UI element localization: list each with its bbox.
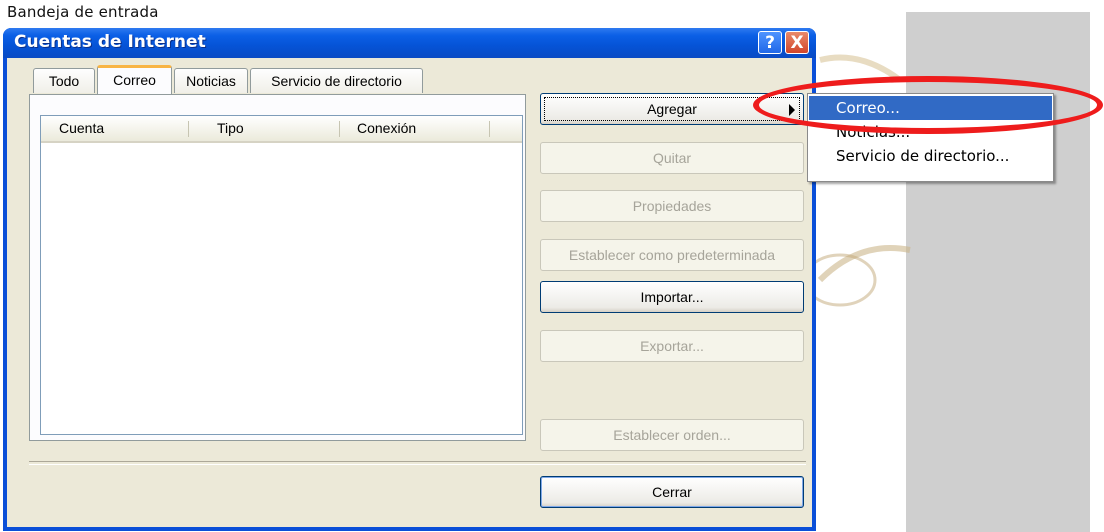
cerrar-button[interactable]: Cerrar <box>540 476 804 508</box>
establecer-predeterminada-button[interactable]: Establecer como predeterminada <box>540 239 804 271</box>
tab-todo[interactable]: Todo <box>33 68 95 93</box>
tab-correo[interactable]: Correo <box>97 65 172 94</box>
dialog-separator <box>29 461 806 465</box>
accounts-list-header: Cuenta Tipo Conexión <box>41 116 522 143</box>
column-divider[interactable] <box>339 121 340 137</box>
quitar-button[interactable]: Quitar <box>540 142 804 174</box>
importar-button[interactable]: Importar... <box>540 281 804 313</box>
column-header-cuenta[interactable]: Cuenta <box>59 120 104 136</box>
close-icon[interactable]: X <box>785 31 809 54</box>
exportar-button[interactable]: Exportar... <box>540 330 804 362</box>
dialog-title: Cuentas de Internet <box>14 32 206 52</box>
column-header-tipo[interactable]: Tipo <box>217 120 244 136</box>
help-icon[interactable]: ? <box>758 31 782 54</box>
red-annotation-ellipse <box>753 76 1103 134</box>
tab-servicio-directorio[interactable]: Servicio de directorio <box>250 68 423 93</box>
accounts-list[interactable]: Cuenta Tipo Conexión <box>40 115 523 435</box>
dialog-titlebar[interactable]: Cuentas de Internet ? X <box>3 28 816 58</box>
establecer-orden-button[interactable]: Establecer orden... <box>540 419 804 451</box>
tab-noticias[interactable]: Noticias <box>174 68 248 93</box>
background-folder-label: Bandeja de entrada <box>7 3 159 21</box>
column-header-conexion[interactable]: Conexión <box>357 120 416 136</box>
menu-item-servicio-directorio[interactable]: Servicio de directorio... <box>809 144 1052 168</box>
propiedades-button[interactable]: Propiedades <box>540 190 804 222</box>
column-divider[interactable] <box>489 121 490 137</box>
column-divider[interactable] <box>188 121 189 137</box>
